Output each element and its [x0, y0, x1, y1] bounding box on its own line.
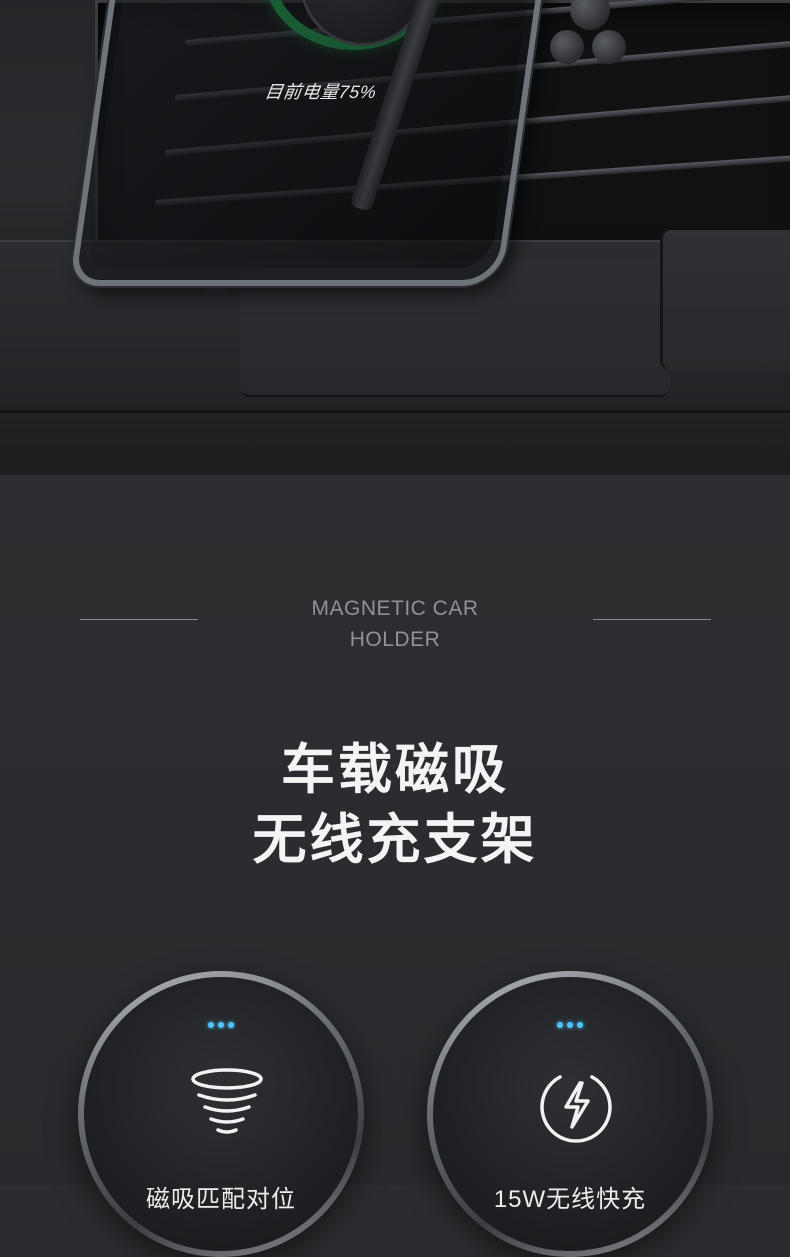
indicator-dots — [84, 1015, 358, 1033]
intro-section: MAGNETIC CAR HOLDER 车载磁吸 无线充支架 磁吸匹配对位 15… — [0, 475, 790, 1257]
magnetic-vortex-icon — [191, 1068, 263, 1134]
subtitle-line-1: MAGNETIC CAR — [311, 597, 479, 620]
product-photo: 目前电量75% — [0, 0, 790, 475]
headline-line-2: 无线充支架 — [252, 810, 538, 870]
section-subtitle: MAGNETIC CAR HOLDER — [250, 593, 540, 655]
feature-label: 磁吸匹配对位 — [146, 1186, 296, 1213]
phone-screen — [85, 0, 532, 268]
feature-badge-magnetic: 磁吸匹配对位 — [78, 971, 364, 1257]
lightning-bolt-icon — [540, 1075, 612, 1143]
divider-right — [593, 619, 711, 620]
feature-badge-fast-charge: 15W无线快充 — [427, 971, 713, 1257]
dashboard-panel-right — [660, 230, 790, 370]
phone-frame — [69, 0, 547, 286]
vent-clip — [520, 0, 650, 90]
panel-seam — [0, 410, 790, 413]
subtitle-line-2: HOLDER — [349, 628, 441, 651]
battery-level-text: 目前电量75% — [263, 82, 378, 102]
phone-ports — [159, 280, 284, 298]
feature-label: 15W无线快充 — [493, 1186, 647, 1213]
indicator-dots — [433, 1015, 707, 1033]
headline-line-1: 车载磁吸 — [281, 740, 509, 800]
divider-left — [80, 619, 198, 620]
